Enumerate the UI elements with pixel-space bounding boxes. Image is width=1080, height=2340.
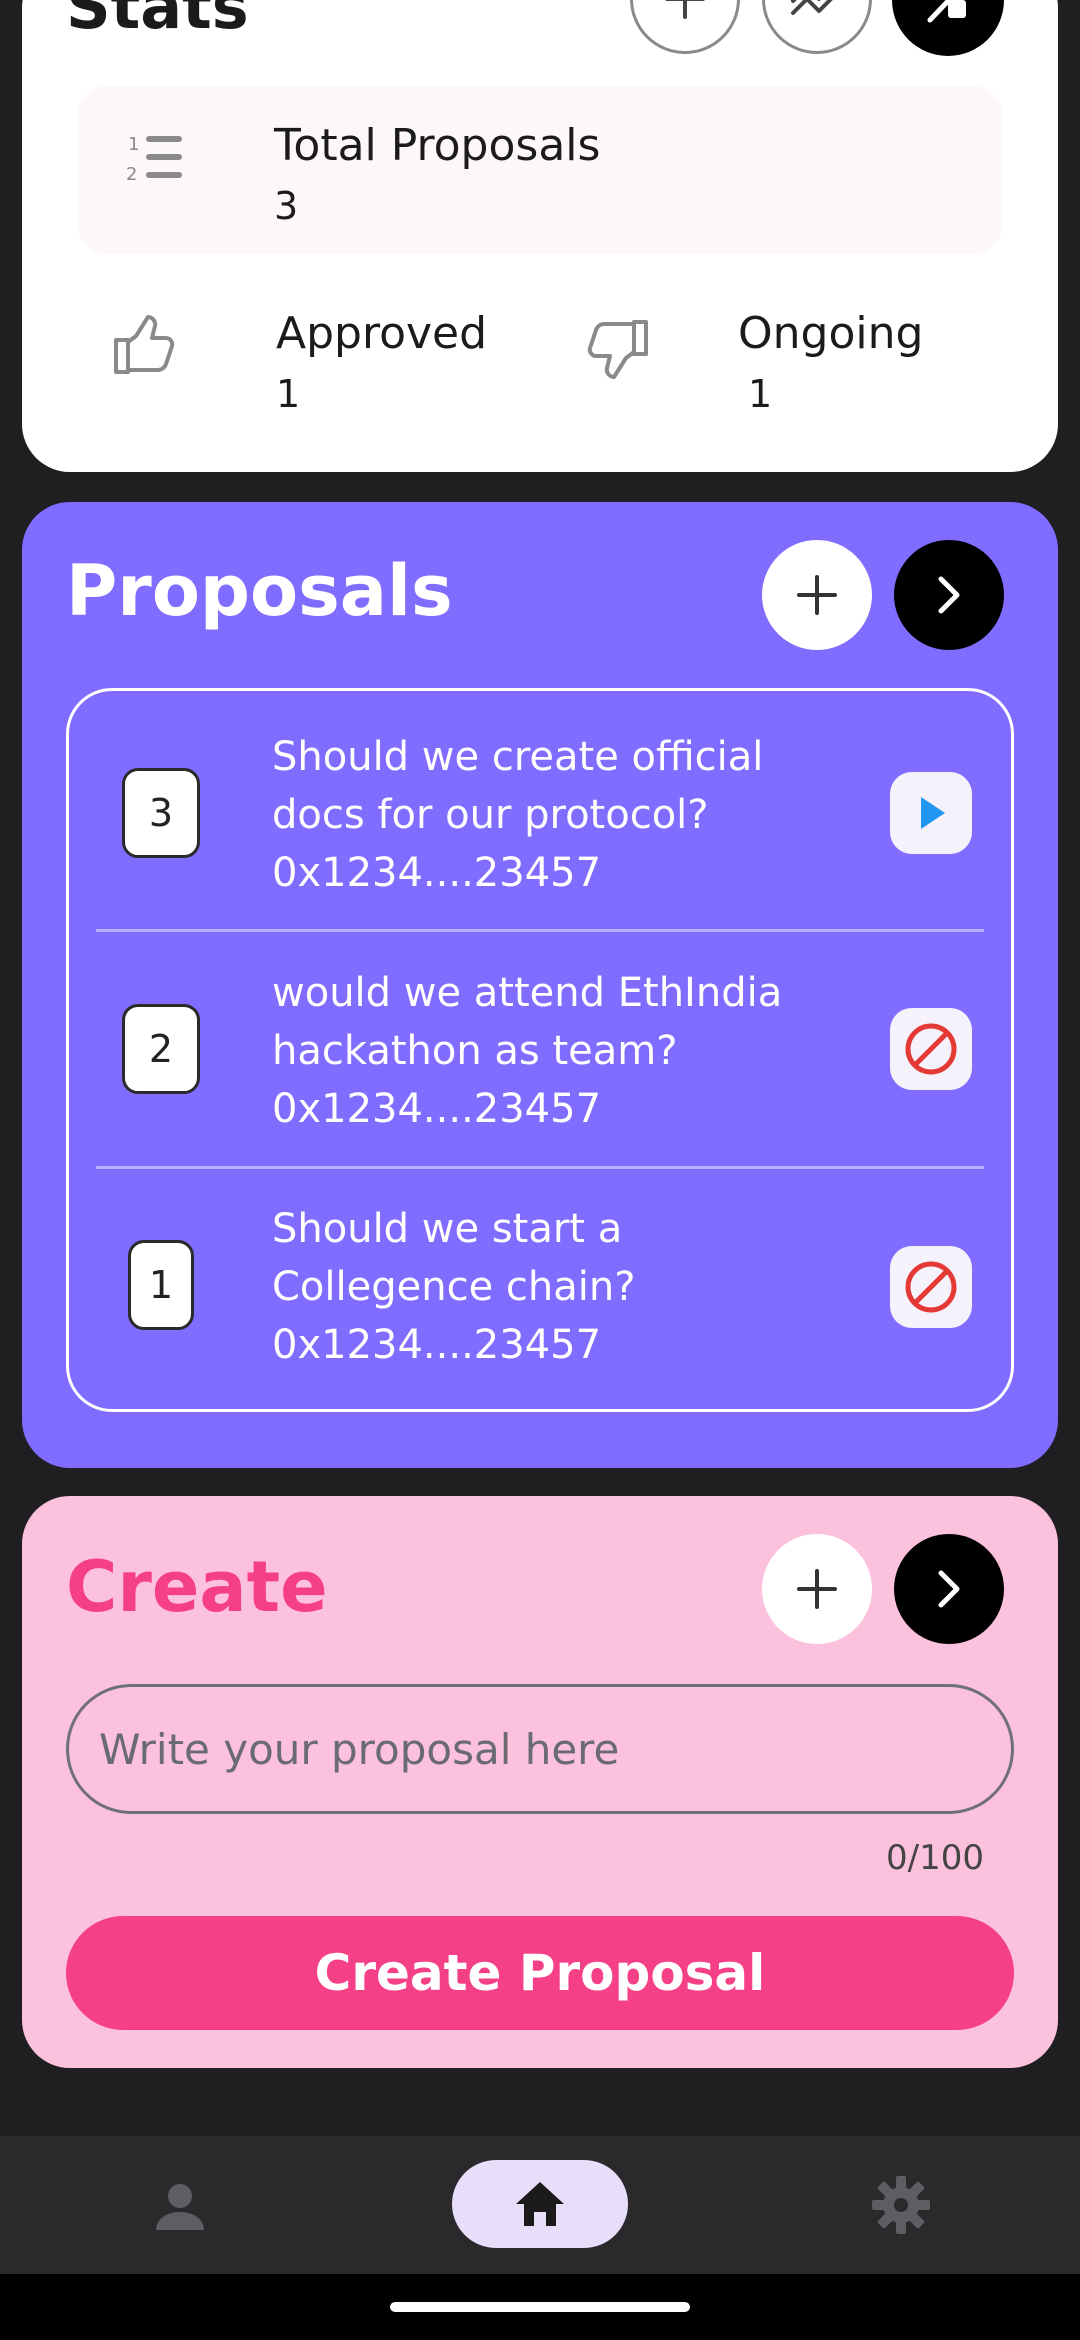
svg-text:2: 2 <box>126 164 137 185</box>
proposal-title-line: hackathon as team? <box>272 1028 678 1074</box>
thumbs-down-icon <box>584 318 652 384</box>
proposal-title-line: Should we create official <box>272 734 764 780</box>
scatter-icon <box>927 0 966 23</box>
proposal-number: 3 <box>122 768 200 858</box>
home-indicator[interactable] <box>390 2302 690 2312</box>
stats-title: Stats <box>66 0 249 43</box>
plus-icon <box>797 1569 837 1609</box>
thumbs-up-icon <box>110 314 178 380</box>
chevron-right-icon <box>938 576 960 614</box>
home-nav-button[interactable] <box>452 2160 628 2248</box>
view-proposals-button[interactable] <box>894 540 1004 650</box>
proposal-number: 2 <box>122 1004 200 1094</box>
home-icon <box>516 2182 564 2226</box>
proposal-title-line: Should we start a <box>272 1206 623 1252</box>
profile-nav-button[interactable] <box>150 2176 210 2236</box>
proposal-address: 0x1234....23457 <box>272 1086 602 1132</box>
create-title: Create <box>66 1546 328 1628</box>
proposal-number: 1 <box>128 1240 194 1330</box>
blocked-icon <box>905 1261 957 1313</box>
divider <box>96 929 984 932</box>
add-proposal-button[interactable] <box>762 540 872 650</box>
proposal-title-line: would we attend EthIndia <box>272 970 783 1016</box>
proposal-title[interactable]: Should we create official docs for our p… <box>272 728 763 902</box>
approved-value: 1 <box>276 372 301 416</box>
gear-icon <box>872 2176 930 2234</box>
settings-nav-button[interactable] <box>870 2174 932 2236</box>
closed-status-button[interactable] <box>890 1246 972 1328</box>
numbered-list-icon: 12 <box>126 130 186 190</box>
character-counter: 0/100 <box>886 1838 984 1878</box>
proposal-title-line: docs for our protocol? <box>272 792 709 838</box>
ongoing-label: Ongoing <box>738 308 924 359</box>
total-proposals-value: 3 <box>274 184 299 228</box>
plus-icon <box>665 0 705 19</box>
chevron-right-icon <box>938 1570 960 1608</box>
closed-status-button[interactable] <box>890 1008 972 1090</box>
proposal-title[interactable]: would we attend EthIndia hackathon as te… <box>272 964 782 1138</box>
divider <box>96 1166 984 1169</box>
play-icon <box>921 797 945 829</box>
svg-text:1: 1 <box>128 134 139 155</box>
next-button[interactable] <box>894 1534 1004 1644</box>
proposals-title: Proposals <box>66 550 453 632</box>
proposal-input[interactable] <box>66 1684 1014 1814</box>
proposal-address: 0x1234....23457 <box>272 850 602 896</box>
start-vote-button[interactable] <box>890 772 972 854</box>
blocked-icon <box>905 1023 957 1075</box>
create-proposal-button[interactable]: Create Proposal <box>66 1916 1014 2030</box>
add-button[interactable] <box>762 1534 872 1644</box>
trend-icon <box>791 0 833 15</box>
ongoing-value: 1 <box>748 372 773 416</box>
proposal-title[interactable]: Should we start a Collegence chain? 0x12… <box>272 1200 635 1374</box>
proposal-address: 0x1234....23457 <box>272 1322 602 1368</box>
approved-label: Approved <box>276 308 488 359</box>
total-proposals-label: Total Proposals <box>274 120 601 171</box>
person-icon <box>156 2184 204 2230</box>
plus-icon <box>797 575 837 615</box>
proposal-title-line: Collegence chain? <box>272 1264 636 1310</box>
